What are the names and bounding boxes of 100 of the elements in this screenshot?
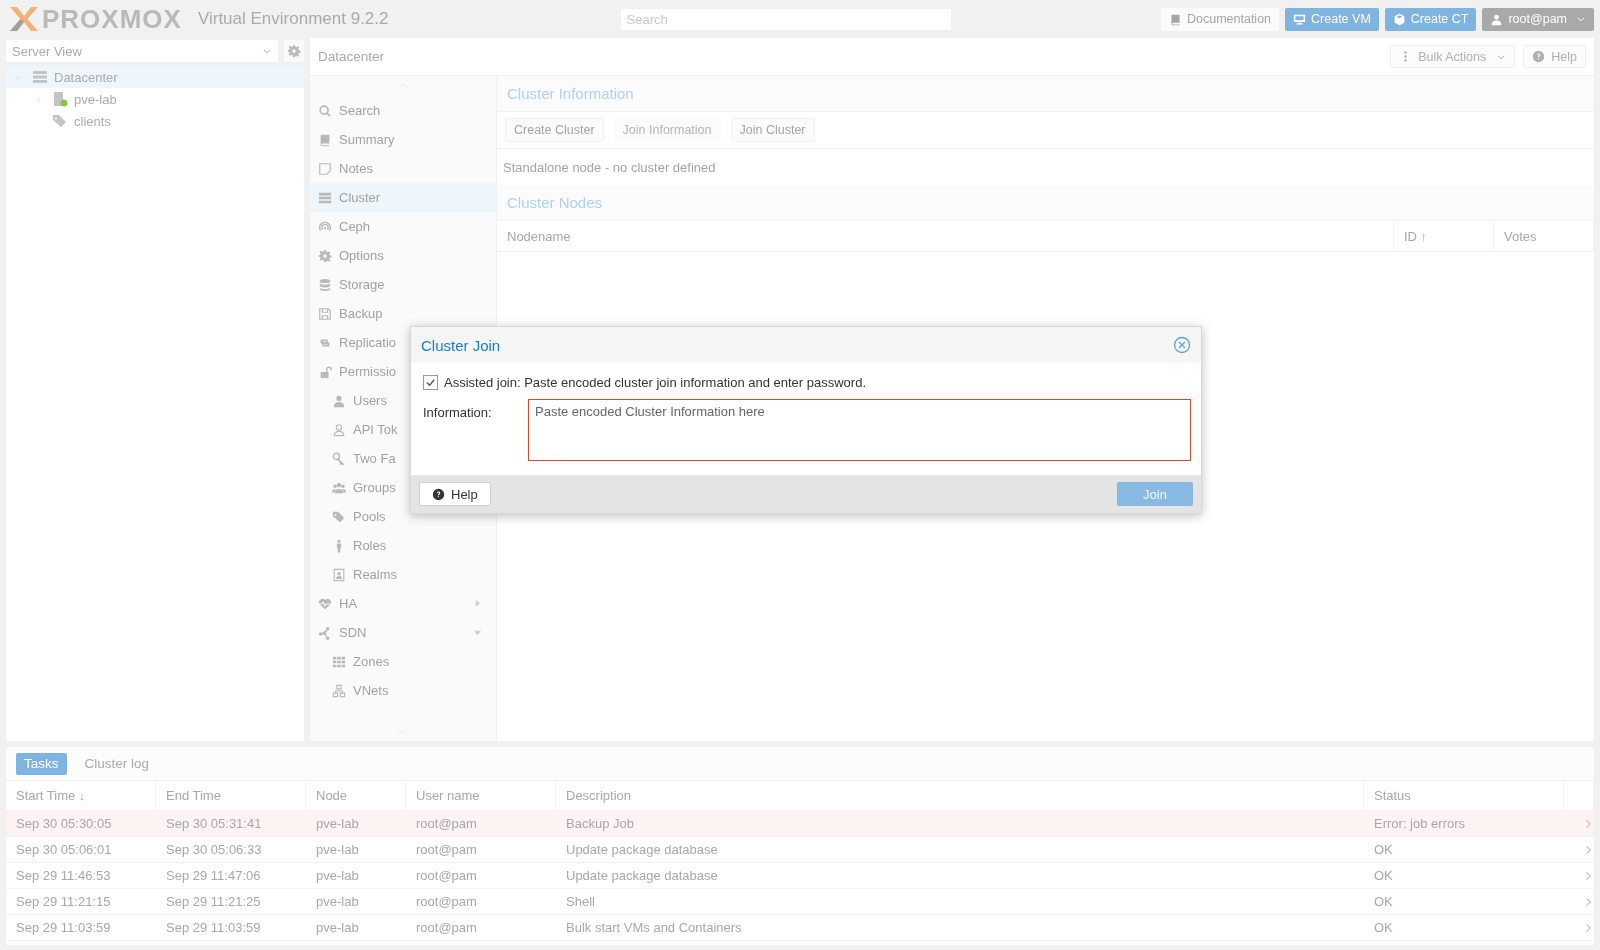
table-cell-text: Sep 30 05:06:33 [165, 841, 263, 859]
view-select[interactable]: Server View [6, 40, 278, 62]
toolbar-button[interactable]: Create CT [1384, 7, 1477, 31]
book-icon [1168, 12, 1182, 26]
table-cell-text: root@pam [415, 867, 478, 885]
close-button[interactable] [1173, 336, 1191, 354]
tab[interactable]: Cluster log [76, 752, 158, 775]
tab[interactable]: Tasks [16, 752, 67, 775]
table-cell-text: Shell [565, 893, 596, 911]
toolbar-button[interactable]: Create VM [1285, 7, 1379, 31]
table-cell-text: Sep 29 11:21:15 [15, 893, 112, 911]
column-header[interactable]: End Time [156, 781, 306, 810]
table-cell-text: pve-lab [315, 867, 360, 885]
chevron-down-icon [1576, 14, 1586, 24]
user-menu-button[interactable]: root@pam [1482, 7, 1594, 31]
settings-button[interactable] [284, 40, 304, 62]
nav-item[interactable]: Roles [310, 531, 496, 560]
nav-item[interactable]: Notes [310, 154, 496, 183]
version-text: Virtual Environment 9.2.2 [197, 9, 389, 29]
dialog-title: Cluster Join [421, 336, 501, 354]
column-header[interactable]: Node [306, 781, 406, 810]
table-cell-text: pve-lab [315, 841, 360, 859]
unlock-icon [318, 364, 332, 379]
table-cell-text: root@pam [415, 919, 478, 937]
nav-item[interactable]: Two Fa [310, 444, 496, 473]
table-cell-text: OK [1373, 867, 1394, 885]
tags-icon [51, 113, 69, 129]
user-outline-icon [332, 422, 346, 437]
server-stack-icon [318, 190, 332, 205]
nav-item[interactable]: Summary [310, 125, 496, 154]
table-cell-text: Sep 29 11:46:53 [15, 867, 112, 885]
nav-item[interactable]: SDN [310, 618, 496, 647]
toolbar-button[interactable]: Documentation [1160, 7, 1280, 31]
chevron-down-icon [262, 46, 272, 56]
tree-item[interactable]: pve-lab [6, 88, 304, 110]
nav-item[interactable]: Realms [310, 560, 496, 589]
column-header[interactable]: Description [556, 781, 1364, 810]
help-button[interactable]: Help [419, 482, 491, 506]
note-icon [318, 161, 332, 176]
table-cell-text: Update package database [565, 867, 719, 885]
toolbar-button[interactable]: Join Cluster [730, 118, 815, 142]
cube-icon [1392, 12, 1406, 26]
help-button[interactable]: Help [1523, 45, 1586, 68]
help-icon [432, 487, 445, 501]
nav-item[interactable]: Cluster [310, 183, 496, 212]
checkmark-icon [424, 376, 437, 389]
nav-item[interactable]: VNets [310, 676, 496, 705]
database-icon [318, 277, 332, 292]
table-cell-text: Bulk start VMs and Containers [565, 919, 743, 937]
column-header[interactable]: Nodename [497, 221, 1394, 251]
logo-x-icon [8, 6, 40, 32]
network-icon [332, 683, 346, 698]
nav-item[interactable]: Search [310, 96, 496, 125]
table-cell-text: OK [1373, 841, 1394, 859]
tree-item[interactable]: clients [6, 110, 304, 132]
table-cell-text: pve-lab [315, 919, 360, 937]
menu-button[interactable]: Bulk Actions [1390, 45, 1516, 68]
column-header[interactable]: ID ↑ [1394, 221, 1494, 251]
key-icon [332, 451, 346, 466]
tree-item[interactable]: Datacenter [6, 66, 304, 88]
user-icon [1490, 12, 1504, 26]
nav-item[interactable]: Ceph [310, 212, 496, 241]
table-cell-text: Error: job errors [1373, 815, 1467, 833]
server-stack-icon [31, 69, 49, 85]
panel-title: Datacenter [318, 49, 385, 64]
checkbox[interactable] [423, 375, 438, 390]
field-label: Information: [423, 404, 493, 422]
server-check-icon [51, 91, 69, 107]
column-header[interactable]: User name [406, 781, 556, 810]
table-cell-text: root@pam [415, 893, 478, 911]
table-cell-text: Sep 30 05:31:41 [165, 815, 263, 833]
nav-item[interactable]: Backup [310, 299, 496, 328]
nav-item[interactable]: Storage [310, 270, 496, 299]
table-cell-text: Sep 29 11:47:06 [165, 867, 262, 885]
book-icon [318, 132, 332, 147]
table-cell-text: Update package database [565, 841, 719, 859]
heartbeat-icon [318, 596, 332, 611]
help-icon [1532, 50, 1546, 63]
user-icon [332, 393, 346, 408]
table-cell-text: root@pam [415, 841, 478, 859]
table-cell-text: Sep 30 05:06:01 [15, 841, 113, 859]
section-title: Cluster Information [497, 76, 1594, 112]
information-field[interactable]: Paste encoded Cluster Information here [528, 399, 1191, 461]
column-header[interactable]: Status [1364, 781, 1564, 810]
status-text: Standalone node - no cluster defined [503, 159, 716, 175]
settings-icon [287, 44, 301, 58]
toolbar-button[interactable]: Create Cluster [505, 118, 604, 142]
table-cell-text: root@pam [415, 815, 478, 833]
table-cell-text: OK [1373, 919, 1394, 937]
id-card-icon [332, 567, 346, 582]
nav-item[interactable]: HA [310, 589, 496, 618]
column-header[interactable]: Votes [1494, 221, 1594, 251]
search-icon [318, 103, 332, 118]
users-icon [332, 480, 346, 495]
nav-item[interactable]: Options [310, 241, 496, 270]
table-row[interactable]: Sep 30 05:30:05 Sep 30 05:31:41 pve-lab root@pam Backup Job Error: job errors [6, 811, 1594, 837]
nav-item[interactable]: Zones [310, 647, 496, 676]
column-header[interactable]: Start Time ↓ [6, 781, 156, 810]
section-title: Cluster Nodes [497, 185, 1594, 221]
table-cell-text: Backup Job [565, 815, 635, 833]
